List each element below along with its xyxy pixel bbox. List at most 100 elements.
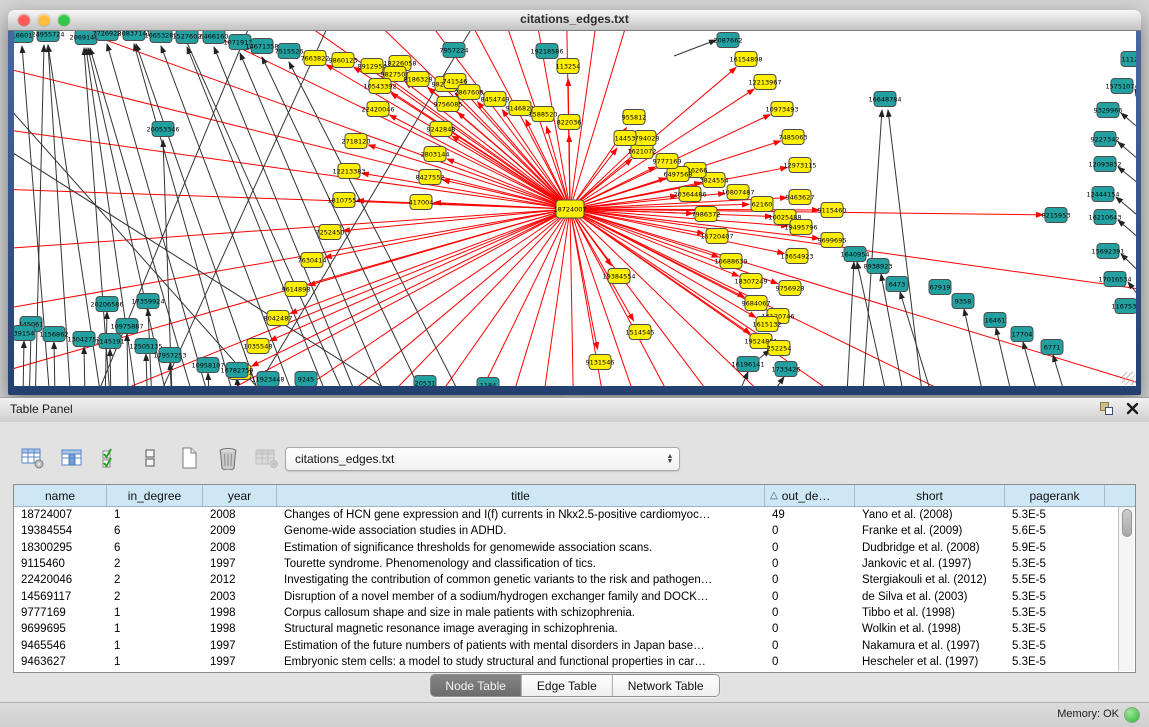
- table-cell[interactable]: Estimation of the future numbers of pati…: [277, 640, 765, 652]
- column-header-in_degree[interactable]: in_degree: [107, 485, 203, 506]
- column-header-name[interactable]: name: [14, 485, 107, 506]
- table-cell[interactable]: 1998: [203, 623, 277, 635]
- table-cell[interactable]: Genome-wide association studies in ADHD.: [277, 525, 765, 537]
- table-cell[interactable]: Corpus callosum shape and size in male p…: [277, 607, 765, 619]
- graph-edge[interactable]: [146, 354, 149, 386]
- table-row[interactable]: 946362711997Embryonic stem cells: a mode…: [14, 654, 1135, 670]
- table-cell[interactable]: Wolkin et al. (1998): [855, 623, 1005, 635]
- table-row[interactable]: 1830029562008Estimation of significance …: [14, 540, 1135, 556]
- table-cell[interactable]: 1: [107, 607, 203, 619]
- table-cell[interactable]: Jankovic et al. (1997): [855, 558, 1005, 570]
- table-cell[interactable]: Changes of HCN gene expression and I(f) …: [277, 509, 765, 521]
- table-row[interactable]: 1872400712008Changes of HCN gene express…: [14, 507, 1135, 523]
- table-row[interactable]: 1456911722003Disruption of a novel membe…: [14, 588, 1135, 604]
- table-row[interactable]: 1938455462009Genome-wide association stu…: [14, 523, 1135, 539]
- window-titlebar[interactable]: citations_edges.txt: [8, 10, 1141, 31]
- table-cell[interactable]: de Silva et al. (2003): [855, 591, 1005, 603]
- table-cell[interactable]: 9463627: [14, 656, 107, 668]
- graph-edge[interactable]: [110, 349, 112, 386]
- table-cell[interactable]: 5.9E-5: [1005, 542, 1105, 554]
- table-cell[interactable]: 1998: [203, 607, 277, 619]
- graph-edge[interactable]: [368, 145, 570, 209]
- table-panel-header[interactable]: Table Panel: [0, 397, 1149, 423]
- table-cell[interactable]: 9115460: [14, 558, 107, 570]
- table-cell[interactable]: 9699695: [14, 623, 107, 635]
- graph-edge[interactable]: [22, 341, 24, 386]
- delete-table-button[interactable]: [213, 444, 243, 472]
- graph-edge[interactable]: [674, 40, 716, 56]
- table-row[interactable]: 977716911998Corpus callosum shape and si…: [14, 605, 1135, 621]
- graph-edge[interactable]: [208, 373, 212, 386]
- graph-edge[interactable]: [570, 209, 597, 349]
- graph-edge[interactable]: [1135, 89, 1136, 116]
- table-cell[interactable]: 9777169: [14, 607, 107, 619]
- table-cell[interactable]: 1997: [203, 640, 277, 652]
- table-cell[interactable]: 1997: [203, 558, 277, 570]
- graph-edge[interactable]: [1118, 220, 1136, 251]
- graph-edge[interactable]: [900, 292, 949, 386]
- table-cell[interactable]: Investigating the contribution of common…: [277, 574, 765, 586]
- table-cell[interactable]: 18724007: [14, 509, 107, 521]
- graph-edge[interactable]: [84, 347, 86, 386]
- table-cell[interactable]: Yano et al. (2008): [855, 509, 1005, 521]
- graph-edge[interactable]: [1053, 355, 1079, 386]
- table-cell[interactable]: Stergiakouli et al. (2012): [855, 574, 1005, 586]
- table-cell[interactable]: 2008: [203, 542, 277, 554]
- table-cell[interactable]: 5.5E-5: [1005, 574, 1105, 586]
- row-options-button[interactable]: [135, 444, 165, 472]
- graph-edge[interactable]: [570, 209, 1136, 386]
- resize-grip[interactable]: [1122, 372, 1135, 385]
- table-cell[interactable]: 5.3E-5: [1005, 607, 1105, 619]
- column-header-year[interactable]: year: [203, 485, 277, 506]
- close-panel-icon[interactable]: [1126, 402, 1139, 415]
- table-cell[interactable]: 6: [107, 525, 203, 537]
- table-cell[interactable]: 2012: [203, 574, 277, 586]
- column-header-title[interactable]: title: [277, 485, 765, 506]
- table-cell[interactable]: 49: [765, 509, 855, 521]
- table-cell[interactable]: 19384554: [14, 525, 107, 537]
- table-row[interactable]: 911546021997Tourette syndrome. Phenomeno…: [14, 556, 1135, 572]
- graph-edge[interactable]: [1118, 167, 1136, 196]
- column-header-out_de[interactable]: △out_de…: [765, 485, 855, 506]
- graph-edge[interactable]: [570, 209, 1136, 386]
- table-cell[interactable]: 0: [765, 607, 855, 619]
- column-header-pagerank[interactable]: pagerank: [1005, 485, 1105, 506]
- table-cell[interactable]: 0: [765, 656, 855, 668]
- show-columns-button[interactable]: [57, 444, 87, 472]
- table-cell[interactable]: Tourette syndrome. Phenomenology and cla…: [277, 558, 765, 570]
- vertical-scrollbar[interactable]: [1118, 507, 1134, 671]
- new-table-button[interactable]: [174, 444, 204, 472]
- graph-edge[interactable]: [570, 209, 1136, 386]
- table-cell[interactable]: Nakamura et al. (1997): [855, 640, 1005, 652]
- table-cell[interactable]: 0: [765, 640, 855, 652]
- table-settings-button[interactable]: [18, 444, 48, 472]
- table-cell[interactable]: 1: [107, 656, 203, 668]
- table-cell[interactable]: 0: [765, 525, 855, 537]
- table-cell[interactable]: 1: [107, 509, 203, 521]
- table-cell[interactable]: 2009: [203, 525, 277, 537]
- table-cell[interactable]: 5.3E-5: [1005, 591, 1105, 603]
- graph-edge[interactable]: [570, 209, 1136, 386]
- table-cell[interactable]: 0: [765, 591, 855, 603]
- table-cell[interactable]: 1: [107, 623, 203, 635]
- graph-edge[interactable]: [134, 44, 249, 386]
- graph-edge[interactable]: [262, 57, 449, 386]
- table-cell[interactable]: 14569117: [14, 591, 107, 603]
- table-row[interactable]: 969969511998Structural magnetic resonanc…: [14, 621, 1135, 637]
- table-cell[interactable]: 2008: [203, 509, 277, 521]
- graph-edge[interactable]: [54, 342, 56, 386]
- table-row[interactable]: 946554611997Estimation of the future num…: [14, 637, 1135, 653]
- table-cell[interactable]: 18300295: [14, 542, 107, 554]
- table-cell[interactable]: 0: [765, 623, 855, 635]
- table-cell[interactable]: Franke et al. (2009): [855, 525, 1005, 537]
- graph-edge[interactable]: [1116, 197, 1136, 226]
- graph-edge[interactable]: [570, 209, 778, 284]
- graph-edge[interactable]: [732, 377, 784, 386]
- citation-network-graph[interactable]: 1872400776638229860123891295418226058982…: [14, 31, 1136, 386]
- table-cell[interactable]: 5.3E-5: [1005, 656, 1105, 668]
- table-cell[interactable]: 0: [765, 542, 855, 554]
- table-selector-dropdown[interactable]: citations_edges.txt ▲▼: [285, 447, 680, 471]
- table-cell[interactable]: Tibbo et al. (1998): [855, 607, 1005, 619]
- network-canvas[interactable]: 1872400776638229860123891295418226058982…: [14, 31, 1136, 386]
- table-cell[interactable]: 2: [107, 574, 203, 586]
